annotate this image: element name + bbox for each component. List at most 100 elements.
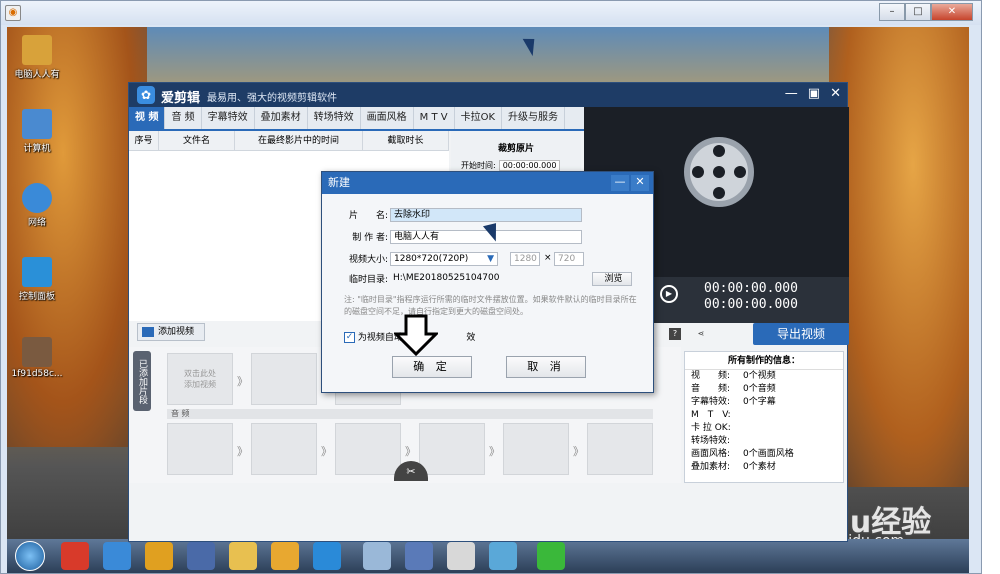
dialog-close-button[interactable]: ✕ xyxy=(631,175,649,191)
folder-icon xyxy=(22,35,52,65)
desktop-icon-label: 计算机 xyxy=(23,144,51,154)
new-project-dialog: 新建 — ✕ 片 名: 去除水印 制 作 者: 电脑人人有 视频大小: 1280… xyxy=(321,171,654,393)
dialog-titlebar: 新建 — ✕ xyxy=(322,172,653,194)
add-video-button[interactable]: 添加视频 xyxy=(137,323,205,341)
size-select[interactable]: 1280*720(720P) ▼ xyxy=(390,252,498,266)
outer-app-icon: ◉ xyxy=(5,5,21,21)
desktop-icon-label: 电脑人人有 xyxy=(14,70,60,80)
film-reel-icon xyxy=(684,137,754,207)
width-field[interactable]: 1280 xyxy=(510,252,540,266)
temp-label: 临时目录: xyxy=(348,275,388,285)
outer-titlebar: ◉ – □ ✕ xyxy=(1,1,981,25)
info-row: 视 频: 0个视频 xyxy=(691,371,776,381)
desktop-icon-computer[interactable]: 计算机 xyxy=(7,109,67,154)
tab-styles[interactable]: 画面风格 xyxy=(361,107,414,129)
export-video-button[interactable]: 导出视频 xyxy=(753,323,849,345)
col-filename: 文件名 xyxy=(159,131,235,150)
info-row: M T V: xyxy=(691,410,731,420)
author-label: 制 作 者: xyxy=(352,233,388,243)
crop-start-input[interactable]: 00:00:00.000 xyxy=(498,160,561,171)
help-icon[interactable]: ? xyxy=(669,328,681,340)
ie-icon[interactable] xyxy=(103,542,131,570)
app-minimize-button[interactable]: — xyxy=(785,86,798,101)
info-title: 所有制作的信息： xyxy=(685,352,843,370)
desktop-icon-network[interactable]: 网络 xyxy=(7,183,67,228)
next-icon[interactable]: ▶ xyxy=(660,285,678,303)
desktop-icon-folder[interactable]: 电脑人人有 xyxy=(7,35,67,80)
tab-video[interactable]: 视 频 xyxy=(129,107,166,129)
tab-audio[interactable]: 音 频 xyxy=(165,107,202,129)
height-field[interactable]: 720 xyxy=(554,252,584,266)
wechat-icon[interactable] xyxy=(537,542,565,570)
tree-left xyxy=(7,27,147,447)
tab-subtitle-effects[interactable]: 字幕特效 xyxy=(202,107,255,129)
taskbar-app-icon[interactable] xyxy=(61,542,89,570)
start-button[interactable] xyxy=(15,541,45,571)
dialog-minimize-button[interactable]: — xyxy=(611,175,629,191)
tab-overlay[interactable]: 叠加素材 xyxy=(255,107,308,129)
app-close-button[interactable]: ✕ xyxy=(830,86,841,101)
app-maximize-button[interactable]: ▣ xyxy=(808,86,820,101)
info-row: 字幕特效: 0个字幕 xyxy=(691,397,776,407)
desktop-icon-image[interactable]: 1f91d58c... xyxy=(7,337,67,379)
tab-mtv[interactable]: M T V xyxy=(414,107,455,129)
author-field[interactable]: 电脑人人有 xyxy=(390,230,582,244)
arrow-icon: 》 xyxy=(573,445,584,458)
media-player-icon[interactable] xyxy=(187,542,215,570)
app-window-controls: — ▣ ✕ xyxy=(785,86,841,101)
tab-karaoke[interactable]: 卡拉OK xyxy=(455,107,503,129)
auto-effect-checkbox[interactable]: ✓ xyxy=(344,332,355,343)
col-index: 序号 xyxy=(129,131,159,150)
clip-slot[interactable] xyxy=(503,423,569,475)
paint-icon[interactable] xyxy=(447,542,475,570)
cancel-button[interactable]: 取 消 xyxy=(506,356,586,378)
tab-transitions[interactable]: 转场特效 xyxy=(308,107,361,129)
clip-slot[interactable] xyxy=(167,423,233,475)
desktop-icon-control-panel[interactable]: 控制面板 xyxy=(7,257,67,302)
image-file-icon xyxy=(22,337,52,367)
info-row: 音 频: 0个音频 xyxy=(691,384,776,394)
explorer-icon[interactable] xyxy=(229,542,257,570)
share-icon[interactable]: ⋖ xyxy=(695,328,707,340)
clip-slot[interactable] xyxy=(419,423,485,475)
crop-title: 裁剪原片 xyxy=(497,144,534,154)
outer-close-button[interactable]: ✕ xyxy=(931,3,973,21)
time-total: 00:00:00.000 xyxy=(704,297,798,312)
clip-slot[interactable] xyxy=(251,353,317,405)
clip-slot[interactable] xyxy=(251,423,317,475)
name-field[interactable]: 去除水印 xyxy=(390,208,582,222)
desktop-icon-label: 网络 xyxy=(27,218,46,228)
settings-icon[interactable] xyxy=(489,542,517,570)
outer-minimize-button[interactable]: – xyxy=(879,3,905,21)
desktop-icon-label: 控制面板 xyxy=(18,292,55,302)
times-sign: × xyxy=(544,253,552,263)
chrome-icon[interactable] xyxy=(145,542,173,570)
qq-icon[interactable] xyxy=(313,542,341,570)
app-titlebar: ✿ 爱剪辑 最易用、强大的视频剪辑软件 — ▣ ✕ xyxy=(129,83,847,107)
folder-taskbar-icon[interactable] xyxy=(271,542,299,570)
network-icon xyxy=(22,183,52,213)
aijianji-taskbar-icon[interactable] xyxy=(363,542,391,570)
clip-slot[interactable] xyxy=(335,423,401,475)
arrow-icon: 》 xyxy=(405,445,416,458)
browse-button[interactable]: 浏览 xyxy=(592,272,632,286)
arrow-icon: 》 xyxy=(489,445,500,458)
clip-slot[interactable] xyxy=(587,423,653,475)
info-row: 转场特效: xyxy=(691,436,731,446)
app-name: 爱剪辑 xyxy=(161,91,201,106)
remote-icon[interactable] xyxy=(405,542,433,570)
crop-start-label: 开始时间: xyxy=(461,161,496,170)
add-video-icon xyxy=(142,327,154,337)
clip-slot[interactable]: 双击此处 添加视频 xyxy=(167,353,233,405)
added-clips-label: 已添加片段 xyxy=(133,351,151,411)
temp-dir-note: 注: "临时目录"指程序运行所需的临时文件摆放位置。如果软件默认的临时目录所在的… xyxy=(344,295,637,316)
info-row: 画面风格: 0个画面风格 xyxy=(691,449,794,459)
app-logo-icon: ✿ xyxy=(137,86,155,104)
arrow-icon: 》 xyxy=(237,375,248,388)
outer-maximize-button[interactable]: □ xyxy=(905,3,931,21)
temp-dir-value: H:\ME20180525104700 xyxy=(393,273,500,283)
ok-button[interactable]: 确 定 xyxy=(392,356,472,378)
dialog-controls: — ✕ xyxy=(611,175,649,191)
computer-icon xyxy=(22,109,52,139)
tab-upgrade[interactable]: 升级与服务 xyxy=(502,107,566,129)
